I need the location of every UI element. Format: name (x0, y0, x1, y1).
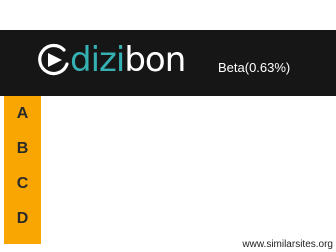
logo-wordmark: dizibon (70, 38, 186, 82)
play-circle-icon (38, 43, 69, 76)
logo-text-dizi: dizi (70, 40, 125, 80)
top-whitespace (0, 0, 336, 30)
sidebar-item-b[interactable]: B (4, 131, 41, 166)
sidebar-item-d[interactable]: D (4, 201, 41, 236)
alphabet-sidebar: A B C D (4, 96, 41, 244)
watermark-url: www.similarsites.org (240, 239, 335, 251)
logo-text-bon: bon (124, 40, 186, 80)
beta-badge: Beta(0.63%) (218, 60, 291, 75)
sidebar-item-a[interactable]: A (4, 96, 41, 131)
page: dizibon Beta(0.63%) A B C D www.similars… (0, 0, 336, 252)
site-logo[interactable]: dizibon (35, 38, 186, 82)
sidebar-item-c[interactable]: C (4, 166, 41, 201)
